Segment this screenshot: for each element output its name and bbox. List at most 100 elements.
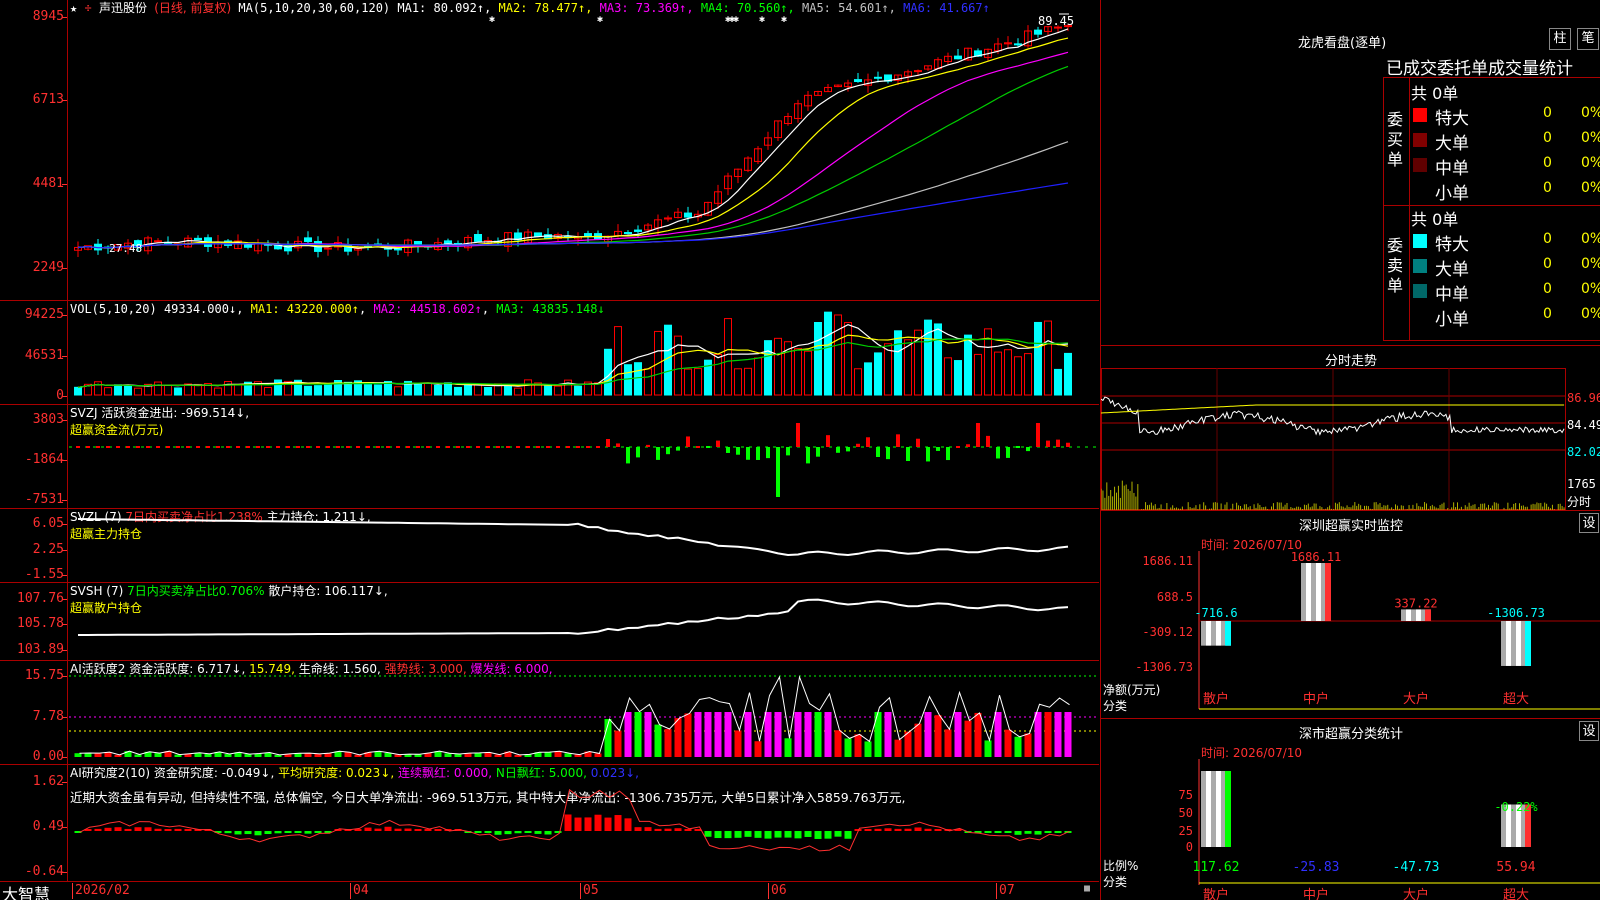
monitor-chart[interactable]: 1686.11 688.5 -309.12 -1306.73 -716.6 散户 1686.… — [1101, 551, 1600, 719]
volume-bar — [164, 384, 172, 396]
bar-mode-button[interactable]: 柱 — [1549, 28, 1571, 50]
kline-chart[interactable]: 27.48✱ ✱ ✱✱✱ ✱ ✱ — [69, 0, 1099, 300]
research-bar — [674, 828, 682, 831]
svsh-panel[interactable]: 107.76 105.78 103.89 SVSH (7) 7日内买卖净占比0.… — [0, 583, 1099, 661]
legend-swatch — [1413, 259, 1427, 273]
monitor-category: 散户 — [1203, 691, 1229, 707]
flow-dot — [176, 446, 180, 448]
bar-stripe — [1501, 621, 1506, 666]
candle-body — [1014, 43, 1022, 46]
flow-bar — [746, 447, 750, 460]
volume-bar — [124, 385, 132, 396]
candle-body — [874, 76, 882, 79]
order-count: 0 — [1543, 231, 1552, 247]
intraday-panel[interactable]: 分时走势 86.96 84.49 82.02 1765 分时 — [1100, 345, 1600, 510]
volume-bar — [374, 384, 382, 396]
flow-bar — [896, 434, 900, 447]
activity-bar — [1004, 729, 1012, 757]
svzj-chart[interactable] — [69, 405, 1099, 509]
volume-chart[interactable] — [69, 301, 1099, 405]
activity-bar — [914, 723, 922, 757]
research-bar — [914, 827, 922, 831]
volume-bar — [744, 367, 752, 396]
svzl-panel[interactable]: 6.05 2.25 -1.55 SVZL (7) 7日内买卖净占比1.238% … — [0, 509, 1099, 583]
signal-mark: ✱ — [781, 14, 787, 25]
volume-bar — [574, 385, 582, 396]
monitor-panel: 深圳超赢实时监控 设 时间: 2026/07/10 1686.11 688.5 -3… — [1100, 510, 1600, 718]
research-bar — [224, 831, 232, 834]
volume-bar — [514, 387, 522, 396]
volume-bar — [504, 385, 512, 396]
activity-bar — [644, 712, 652, 757]
flow-dot — [406, 446, 410, 448]
monitor-y-label: -1306.73 — [1135, 660, 1193, 674]
flow-dot — [426, 446, 430, 448]
research-bar — [574, 817, 582, 831]
volume-panel[interactable]: 94225 46531 0 VOL(5,10,20) 49334.000↓, M… — [0, 301, 1099, 405]
classify-value: 55.94 — [1496, 860, 1535, 875]
x-label-0: 2026/02 — [72, 883, 130, 899]
research-bar — [284, 831, 292, 833]
activity-bar — [114, 754, 122, 757]
research-bar — [664, 828, 672, 831]
tick-mode-button[interactable]: 笔 — [1577, 28, 1599, 50]
activity-bar — [204, 753, 212, 757]
activity-bar — [934, 715, 942, 757]
activity-bar — [94, 753, 102, 757]
research-bar — [534, 831, 542, 834]
flow-dot — [296, 446, 300, 448]
flow-bar — [766, 447, 770, 459]
volume-axis: 94225 46531 0 — [0, 301, 68, 404]
flow-dot — [96, 446, 100, 448]
svzj-panel[interactable]: 3803 -1864 -7531 SVZJ 活跃资金进出: -969.514↓,… — [0, 405, 1099, 509]
ai-research-axis: 1.62 0.49 -0.64 — [0, 765, 68, 881]
volume-bar — [964, 334, 972, 396]
flow-bar — [676, 447, 680, 451]
volume-bar — [304, 385, 312, 396]
intraday-chart[interactable] — [1101, 368, 1566, 510]
flow-dot — [216, 446, 220, 448]
x-label-2: 05 — [580, 883, 599, 899]
research-bar — [1044, 831, 1052, 833]
ai-research-chart[interactable] — [69, 765, 1099, 882]
volume-bar — [1014, 356, 1022, 396]
classify-settings-button[interactable]: 设 — [1579, 721, 1599, 741]
lock-icon[interactable]: ■ — [1084, 883, 1090, 894]
flow-dot — [956, 446, 960, 448]
monitor-settings-button[interactable]: 设 — [1579, 513, 1599, 533]
intraday-title: 分时走势 — [1324, 354, 1377, 369]
flow-dot — [346, 446, 350, 448]
activity-bar — [764, 712, 772, 757]
price-label-3: 4481 — [32, 176, 64, 191]
classify-chart[interactable]: 75 50 25 0117.62 散户 -25.83 中户 -47.73 大户 55.94 超大 -0… — [1101, 759, 1600, 900]
order-count: 0 — [1543, 256, 1552, 272]
ai-research-panel[interactable]: 1.62 0.49 -0.64 AI研究度2(10) 资金研究度: -0.049… — [0, 765, 1099, 882]
order-type: 小单 — [1435, 310, 1469, 330]
flow-dot — [146, 446, 150, 448]
candle-body — [154, 240, 162, 243]
order-type: 大单 — [1435, 260, 1469, 280]
svsh-chart[interactable] — [69, 583, 1099, 661]
research-bar — [794, 831, 802, 839]
classify-title: 深市超赢分类统计 — [1298, 727, 1403, 742]
volume-bar — [884, 343, 892, 396]
signal-mark: ✱ — [759, 14, 765, 25]
research-bar — [494, 831, 502, 835]
svzl-chart[interactable] — [69, 509, 1099, 583]
monitor-category: 中户 — [1303, 691, 1329, 707]
ai-activity-chart[interactable] — [69, 661, 1099, 765]
legend-swatch — [1413, 234, 1427, 248]
activity-bar — [1064, 712, 1072, 757]
volume-bar — [834, 314, 842, 396]
x-label-3: 06 — [768, 883, 787, 899]
volume-bar — [94, 381, 102, 396]
activity-bar — [774, 712, 782, 757]
activity-bar — [734, 730, 742, 757]
volume-bar — [424, 382, 432, 396]
intraday-y1: 86.96 — [1567, 391, 1600, 405]
kline-panel[interactable]: 8945 6713 4481 2249 ★ ÷ 声迅股份 (日线, 前复权) M… — [0, 0, 1099, 301]
svsh-axis: 107.76 105.78 103.89 — [0, 583, 68, 660]
classify-category: 大户 — [1403, 887, 1429, 900]
flow-bar — [846, 447, 850, 452]
ai-activity-panel[interactable]: 15.75 7.78 0.00 AI活跃度2 资金活跃度: 6.717↓, 15… — [0, 661, 1099, 765]
